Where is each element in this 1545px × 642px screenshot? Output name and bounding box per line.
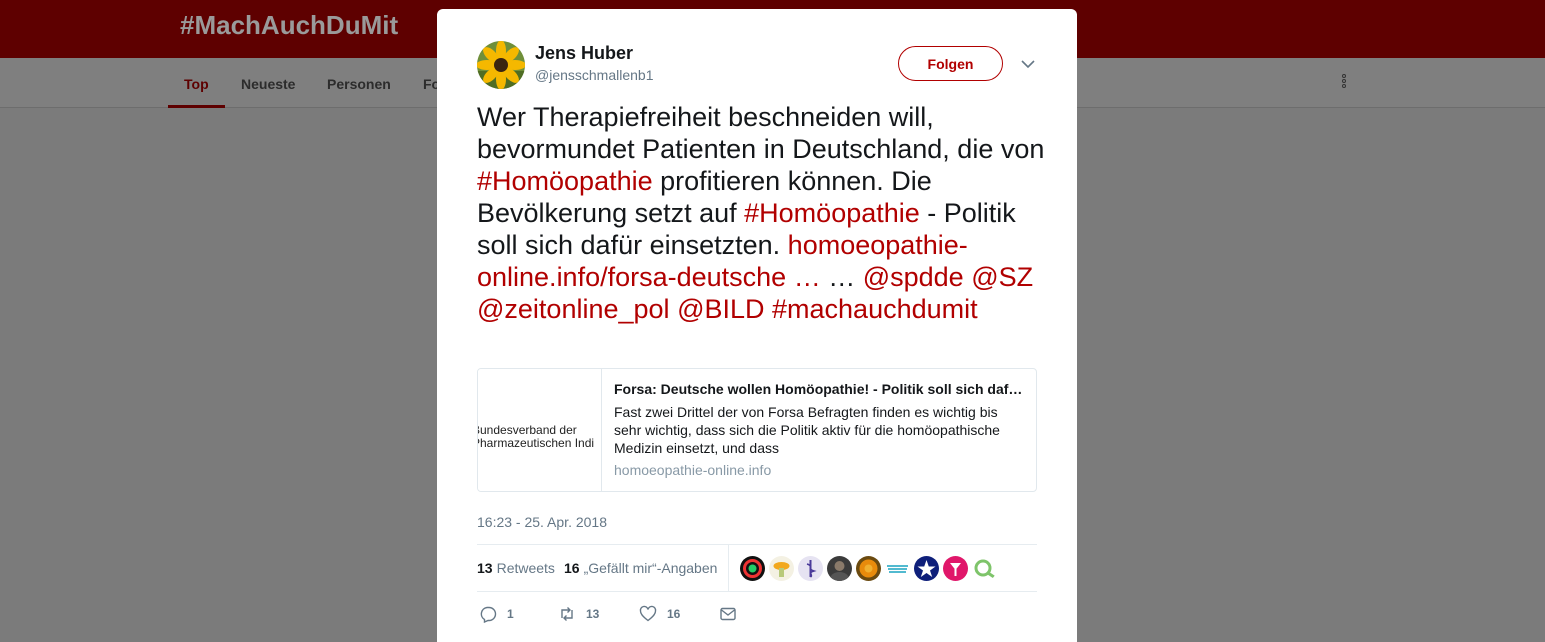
tweet-text-segment: Wer Therapiefreiheit beschneiden will, b… bbox=[477, 102, 1045, 164]
like-action[interactable]: 16 bbox=[639, 604, 680, 624]
active-tab-indicator bbox=[168, 105, 225, 108]
envelope-icon bbox=[720, 607, 736, 621]
retweets-count: 13 bbox=[477, 560, 493, 576]
hashtag-link[interactable]: #machauchdumit bbox=[772, 294, 978, 324]
retweets-label: Retweets bbox=[496, 560, 555, 576]
liker-avatar[interactable] bbox=[827, 556, 852, 581]
reply-icon bbox=[480, 606, 497, 623]
tab-neueste[interactable]: Neueste bbox=[241, 76, 295, 92]
tweet-modal: Jens Huber @jensschmallenb1 Folgen Wer T… bbox=[437, 9, 1077, 642]
tab-top[interactable]: Top bbox=[184, 76, 209, 92]
card-domain: homoeopathie-online.info bbox=[614, 462, 772, 478]
liker-avatar[interactable] bbox=[740, 556, 765, 581]
thumbnail-text-line: Pharmazeutischen Indi bbox=[478, 436, 595, 450]
retweet-icon bbox=[561, 607, 573, 621]
page-title: #MachAuchDuMit bbox=[180, 10, 399, 40]
link-card[interactable]: Bundesverband der Pharmazeutischen Indi … bbox=[477, 368, 1037, 492]
likes-count: 16 bbox=[564, 560, 580, 576]
hashtag-link[interactable]: #Homöopathie bbox=[744, 198, 920, 228]
card-description: Fast zwei Drittel der von Forsa Befragte… bbox=[614, 404, 1000, 456]
mention-link[interactable]: @BILD bbox=[677, 294, 764, 324]
likes-stat[interactable]: 16 „Gefällt mir“-Angaben bbox=[564, 560, 717, 576]
tab-personen[interactable]: Personen bbox=[327, 76, 391, 92]
liker-avatar[interactable] bbox=[769, 556, 794, 581]
divider bbox=[728, 545, 729, 592]
reply-count: 1 bbox=[507, 607, 514, 621]
chevron-down-icon[interactable] bbox=[1020, 56, 1036, 72]
author-name[interactable]: Jens Huber bbox=[535, 43, 633, 64]
mention-link[interactable]: @zeitonline_pol bbox=[477, 294, 670, 324]
tweet-stats: 13 Retweets 16 „Gefällt mir“-Angaben bbox=[477, 544, 1037, 592]
retweet-count: 13 bbox=[586, 607, 600, 621]
more-options-icon[interactable] bbox=[1340, 74, 1348, 92]
retweet-action[interactable]: 13 bbox=[558, 604, 599, 624]
tweet-timestamp[interactable]: 16:23 - 25. Apr. 2018 bbox=[477, 514, 607, 530]
liker-avatar[interactable] bbox=[885, 556, 910, 581]
mention-link[interactable]: @SZ bbox=[971, 262, 1033, 292]
liker-avatar[interactable] bbox=[943, 556, 968, 581]
liker-avatar[interactable] bbox=[914, 556, 939, 581]
tweet-text: Wer Therapiefreiheit beschneiden will, b… bbox=[477, 101, 1047, 325]
card-title: Forsa: Deutsche wollen Homöopathie! - Po… bbox=[614, 381, 1026, 397]
likes-label: „Gefällt mir“-Angaben bbox=[583, 560, 718, 576]
tweet-text-segment: … bbox=[820, 262, 863, 292]
mention-link[interactable]: @spdde bbox=[863, 262, 964, 292]
retweets-stat[interactable]: 13 Retweets bbox=[477, 560, 555, 576]
liker-avatar[interactable] bbox=[798, 556, 823, 581]
liker-avatar[interactable] bbox=[972, 556, 997, 581]
avatar[interactable] bbox=[477, 41, 525, 89]
liker-avatar[interactable] bbox=[856, 556, 881, 581]
author-handle[interactable]: @jensschmallenb1 bbox=[535, 67, 654, 83]
direct-message-action[interactable] bbox=[719, 604, 737, 624]
reply-action[interactable]: 1 bbox=[479, 604, 514, 624]
card-thumbnail: Bundesverband der Pharmazeutischen Indi bbox=[478, 369, 602, 491]
hashtag-link[interactable]: #Homöopathie bbox=[477, 166, 653, 196]
like-count: 16 bbox=[667, 607, 681, 621]
heart-icon bbox=[639, 605, 657, 622]
follow-button[interactable]: Folgen bbox=[898, 46, 1003, 81]
